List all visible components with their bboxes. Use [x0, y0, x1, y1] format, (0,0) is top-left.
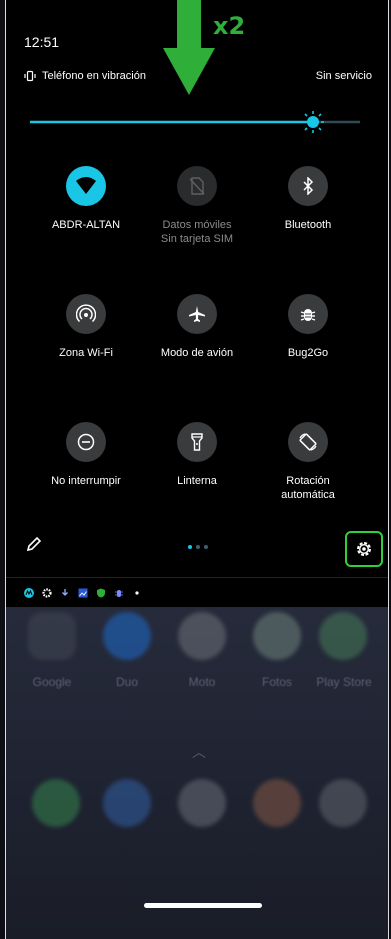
- tile-flashlight-circle[interactable]: [177, 422, 217, 462]
- tile-hotspot[interactable]: Zona Wi-Fi: [26, 294, 146, 360]
- home-gesture-bar[interactable]: [144, 903, 262, 908]
- airplane-icon: [189, 306, 205, 322]
- tile-dnd-circle[interactable]: [66, 422, 106, 462]
- repeat-annotation: x2: [213, 12, 246, 40]
- bluetooth-icon: [303, 177, 314, 195]
- app-label-duo: Duo: [115, 675, 138, 689]
- tile-mobile-data-circle[interactable]: [177, 166, 217, 206]
- tile-dnd[interactable]: No interrumpir: [26, 422, 146, 488]
- google-folder-icon[interactable]: [28, 612, 76, 660]
- tile-bug2go[interactable]: Bug2Go: [248, 294, 368, 360]
- bug-notification-icon: [115, 589, 123, 597]
- flashlight-icon: [191, 433, 203, 451]
- edit-tiles-button[interactable]: [26, 536, 42, 557]
- wifi-icon: [76, 177, 96, 194]
- app-drawer-chevron-icon[interactable]: ︿: [192, 742, 206, 762]
- tile-hotspot-label: Zona Wi-Fi: [59, 347, 113, 359]
- notification-icons-bar: [6, 577, 388, 607]
- tile-rotation-label: Rotación: [286, 475, 330, 487]
- brightness-slider[interactable]: [30, 110, 360, 134]
- tile-mobile-data[interactable]: Datos móviles Sin tarjeta SIM: [137, 166, 257, 246]
- image-icon: [78, 588, 88, 597]
- tile-airplane[interactable]: Modo de avión: [137, 294, 257, 360]
- tile-rotation-circle[interactable]: [288, 422, 328, 462]
- page-indicator: [188, 545, 208, 549]
- tile-bluetooth-circle[interactable]: [288, 166, 328, 206]
- swipe-down-arrow-icon: [163, 0, 215, 95]
- tile-wifi-circle[interactable]: [66, 166, 106, 206]
- rotation-icon: [299, 433, 317, 451]
- ringer-status: Teléfono en vibración: [24, 70, 146, 82]
- page-dot-3: [204, 545, 208, 549]
- tile-bluetooth-label: Bluetooth: [284, 219, 332, 231]
- pencil-icon: [26, 536, 42, 552]
- tile-bug2go-label: Bug2Go: [287, 347, 329, 359]
- app-label-google: Google: [32, 675, 72, 689]
- vibrate-icon: [24, 70, 36, 82]
- app-label-photos: Fotos: [261, 675, 292, 689]
- moto-app-icon[interactable]: [178, 612, 226, 660]
- gear-icon: [357, 542, 371, 556]
- tile-dnd-label: No interrumpir: [51, 475, 121, 487]
- chrome-app-icon[interactable]: [253, 779, 301, 827]
- tile-wifi[interactable]: ABDR-ALTAN: [26, 166, 146, 232]
- carrier-status: Sin servicio: [315, 70, 372, 82]
- settings-notification-icon: [42, 587, 52, 598]
- tile-bug2go-circle[interactable]: [288, 294, 328, 334]
- dnd-icon: [77, 433, 95, 451]
- duo-app-icon[interactable]: [103, 612, 151, 660]
- phone-screen: 12:51 Teléfono en vibración Sin servicio: [5, 0, 389, 939]
- camera-app-icon[interactable]: [319, 779, 367, 827]
- tile-airplane-circle[interactable]: [177, 294, 217, 334]
- tile-flashlight-label: Linterna: [177, 475, 217, 487]
- phone-app-icon[interactable]: [32, 779, 80, 827]
- tile-wifi-label: ABDR-ALTAN: [51, 219, 121, 231]
- bug-icon: [300, 309, 316, 321]
- play-store-app-icon[interactable]: [319, 612, 367, 660]
- tile-hotspot-circle[interactable]: [66, 294, 106, 334]
- tile-mobile-data-sublabel: Sin tarjeta SIM: [160, 233, 234, 245]
- app-label-moto: Moto: [188, 675, 216, 689]
- tile-mobile-data-label: Datos móviles: [162, 219, 232, 231]
- tile-flashlight[interactable]: Linterna: [137, 422, 257, 488]
- assistant-app-icon[interactable]: [178, 779, 226, 827]
- no-sim-icon: [189, 177, 205, 195]
- app-label-play-store: Play Store: [316, 675, 372, 689]
- settings-button[interactable]: [345, 531, 383, 567]
- home-screen-background: Google Duo Moto Fotos Play Store: [6, 607, 388, 939]
- motorola-icon: [24, 587, 34, 598]
- tile-airplane-label: Modo de avión: [160, 347, 234, 359]
- page-dot-2: [196, 545, 200, 549]
- ringer-status-label: Teléfono en vibración: [42, 70, 146, 82]
- photos-app-icon[interactable]: [253, 612, 301, 660]
- shield-icon: [97, 588, 105, 597]
- tile-rotation-sublabel: automática: [281, 489, 335, 501]
- download-icon: [62, 588, 68, 596]
- messages-app-icon[interactable]: [103, 779, 151, 827]
- page-dot-1: [188, 545, 192, 549]
- tile-rotation[interactable]: Rotación automática: [248, 422, 368, 502]
- tile-bluetooth[interactable]: Bluetooth: [248, 166, 368, 232]
- hotspot-icon: [76, 304, 96, 323]
- more-notifications-icon: [135, 590, 139, 595]
- clock: 12:51: [24, 34, 60, 50]
